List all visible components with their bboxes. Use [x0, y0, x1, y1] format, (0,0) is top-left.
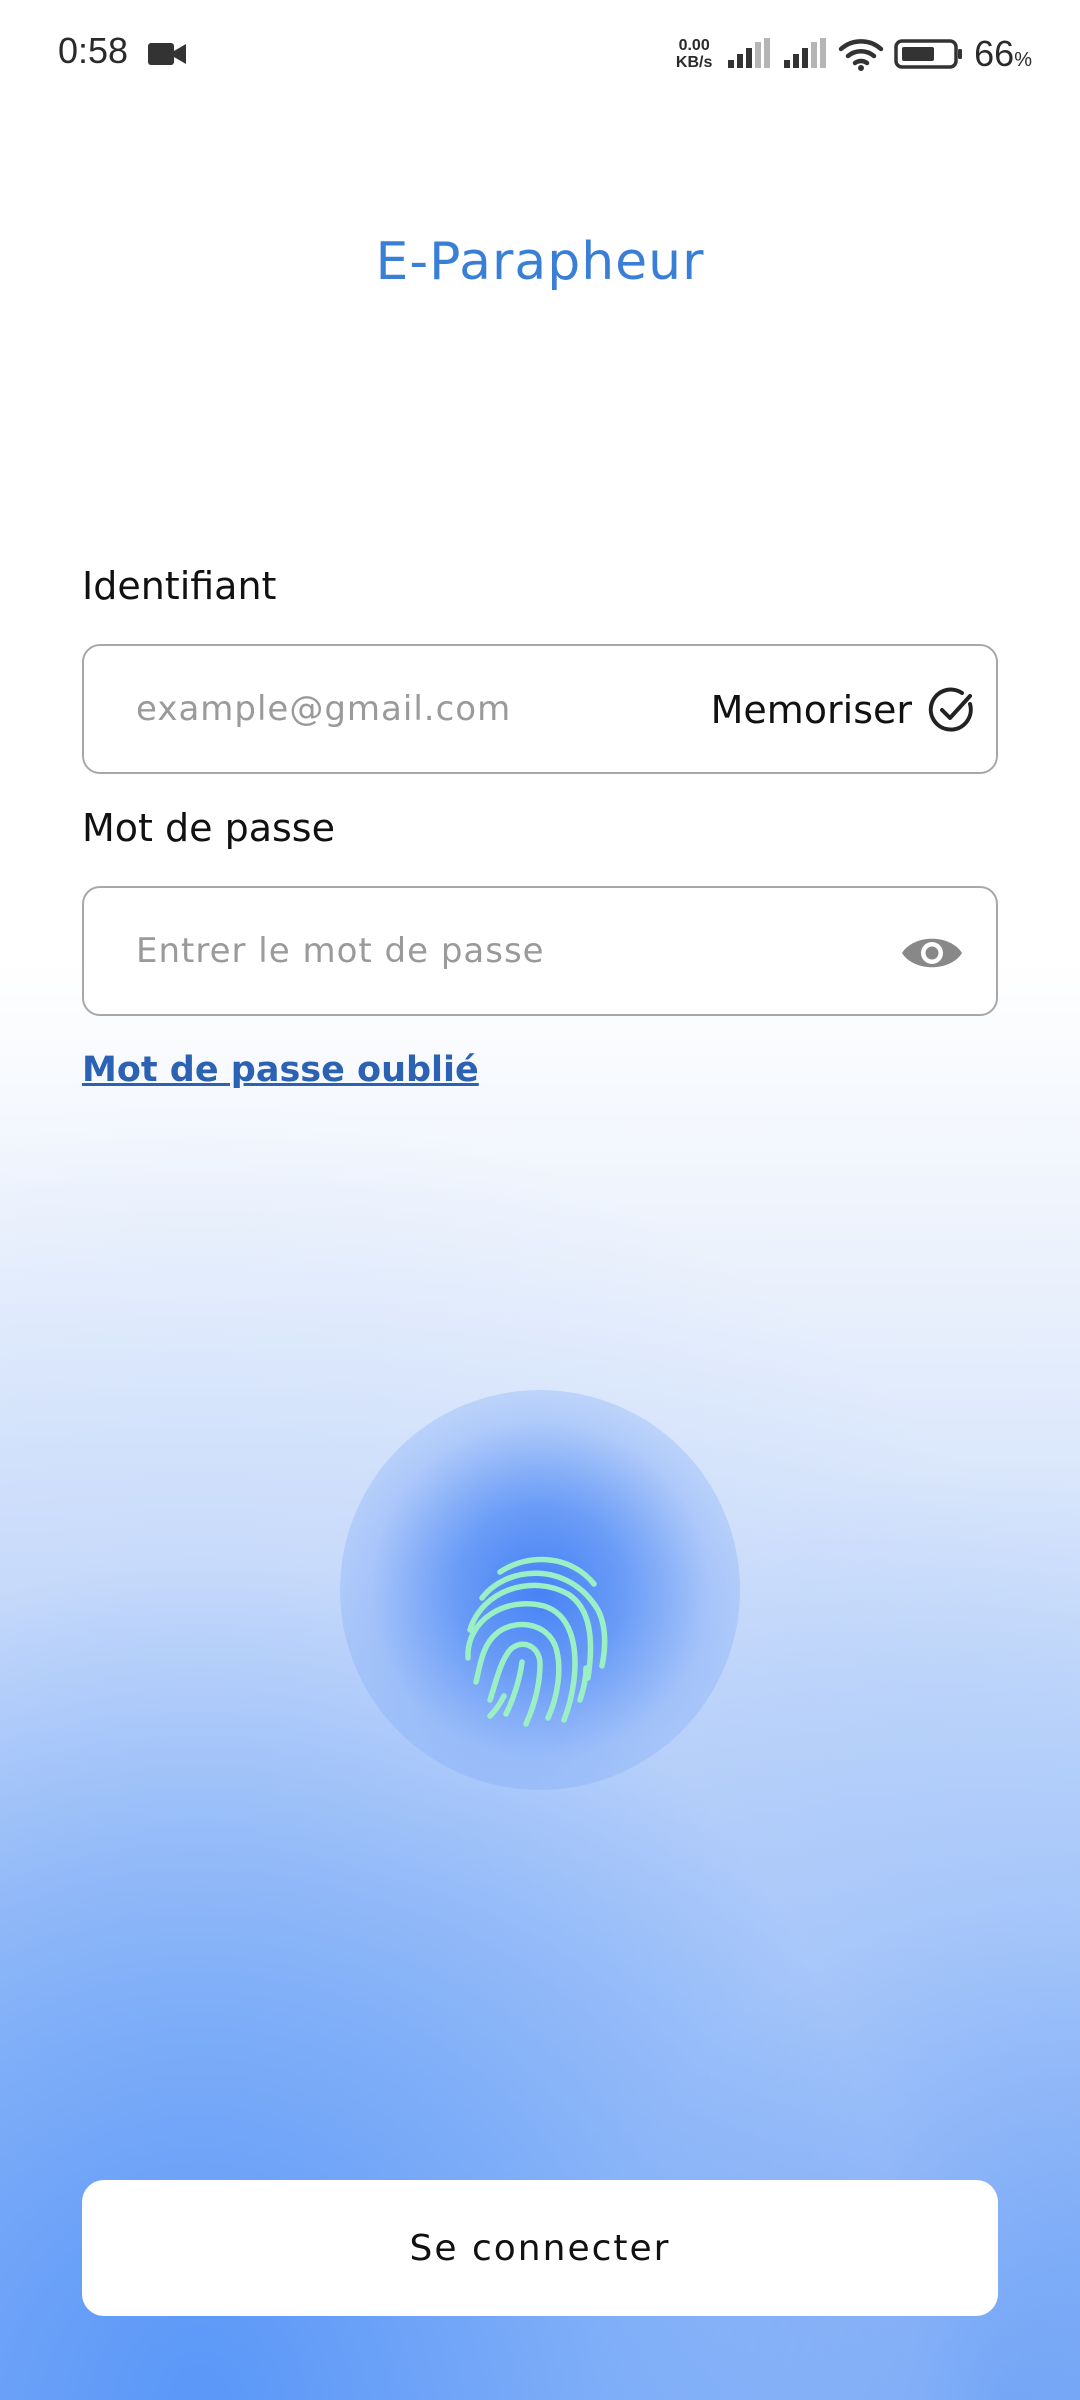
check-circle-icon: [928, 687, 973, 732]
identifier-input[interactable]: [136, 646, 736, 772]
password-field-container: [82, 886, 998, 1016]
battery-icon: [894, 39, 963, 69]
fingerprint-icon[interactable]: [460, 1550, 620, 1730]
remember-me-label: Memoriser: [710, 688, 912, 732]
network-speed-unit: KB/s: [675, 54, 713, 71]
app-title: E-Parapheur: [375, 232, 705, 292]
eye-icon[interactable]: [900, 928, 964, 978]
network-speed-value: 0.00: [678, 37, 710, 54]
battery-percent-value: 66: [974, 33, 1015, 74]
video-camera-icon: [148, 43, 186, 65]
signal-icon: [728, 38, 771, 68]
identifier-field-container: Memoriser: [82, 644, 998, 774]
identifier-label: Identifiant: [82, 564, 277, 608]
password-input[interactable]: [136, 888, 736, 1014]
status-indicators: 0.00 KB/s 66%: [672, 30, 1032, 78]
network-speed: 0.00 KB/s: [672, 37, 716, 71]
status-bar: 0:58 0.00 KB/s 66%: [0, 0, 1080, 110]
forgot-password-link[interactable]: Mot de passe oublié: [82, 1050, 479, 1090]
status-time: 0:58: [58, 30, 129, 71]
wifi-icon: [838, 39, 884, 71]
battery-percent-unit: %: [1014, 49, 1032, 71]
connect-button[interactable]: Se connecter: [82, 2180, 998, 2316]
signal-icon: [784, 38, 827, 68]
battery-percent: 66%: [974, 33, 1032, 75]
password-label: Mot de passe: [82, 806, 335, 850]
remember-me-toggle[interactable]: Memoriser: [711, 682, 978, 738]
